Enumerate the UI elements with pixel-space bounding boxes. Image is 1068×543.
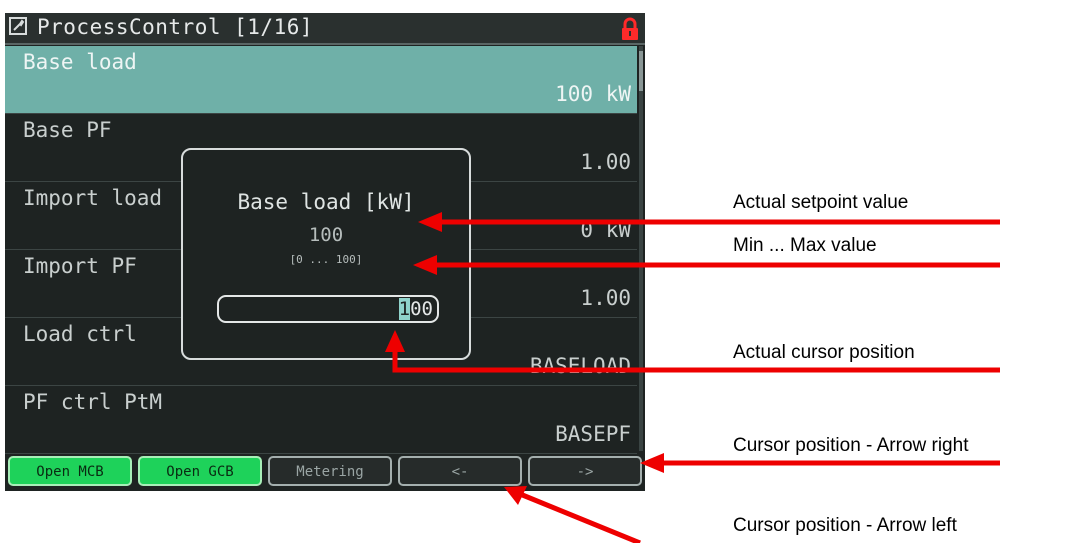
annotation-arrows [385, 212, 1000, 543]
arrow-line-cursor [392, 350, 1000, 373]
arrowhead-setpoint [418, 212, 442, 232]
arrow-line-left [519, 491, 641, 543]
arrowhead-minmax [413, 255, 437, 275]
arrowhead-right [640, 453, 664, 473]
arrowhead-cursor [385, 330, 405, 352]
